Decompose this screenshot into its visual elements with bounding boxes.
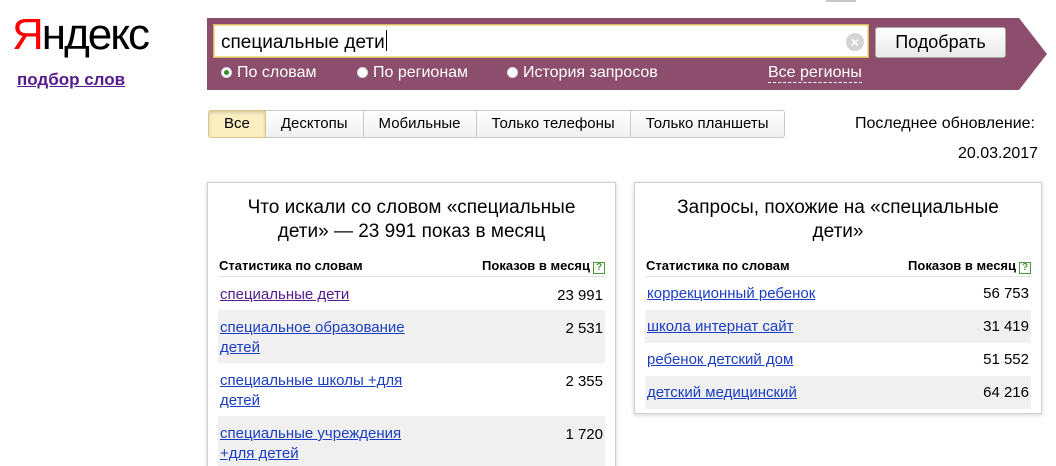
keyword-line: детей [220, 339, 261, 356]
shows-count: 23 991 [557, 287, 603, 304]
last-updated-label: Последнее обновление: [855, 115, 1035, 132]
device-tabs: Все Десктопы Мобильные Только телефоны Т… [208, 110, 785, 138]
keyword-link[interactable]: ребенок детский дом [647, 350, 793, 370]
word-stats-panel: Что искали со словом «специальные дети» … [207, 182, 616, 466]
search-query-text: специальные дети [221, 30, 387, 54]
table-row: коррекционный ребенок 56 753 [645, 277, 1031, 310]
shows-count: 2 355 [565, 373, 603, 390]
keyword-link[interactable]: специальное образование детей [220, 318, 405, 358]
mode-label: По регионам [373, 64, 469, 81]
keyword-link[interactable]: специальные школы +для детей [220, 371, 402, 411]
table-row: детский медицинский 64 216 [645, 376, 1031, 409]
tab-all[interactable]: Все [208, 110, 266, 138]
panel-title-line: Что искали со словом «специальные [247, 197, 576, 218]
similar-queries-panel: Запросы, похожие на «специальные дети» С… [634, 182, 1042, 414]
shows-count: 56 753 [983, 285, 1029, 302]
column-header-words: Статистика по словам [219, 258, 363, 273]
table-row: ребенок детский дом 51 552 [645, 343, 1031, 376]
logo-first-letter: Я [12, 10, 44, 59]
last-updated-date: 20.03.2017 [958, 145, 1039, 162]
table-row: специальные учреждения +для детей 1 720 [218, 416, 605, 466]
keyword-link[interactable]: специальные дети [220, 285, 349, 305]
shows-count: 51 552 [983, 351, 1029, 368]
similar-queries-table: Статистика по словам Показов в месяц? ко… [645, 253, 1031, 409]
mode-label: История запросов [523, 64, 658, 81]
panel-title: Запросы, похожие на «специальные дети» [635, 183, 1041, 244]
radio-selected-icon [221, 67, 232, 78]
keyword-link[interactable]: специальные учреждения +для детей [220, 424, 401, 464]
text-caret [385, 30, 387, 51]
top-divider [826, 0, 856, 2]
radio-icon [507, 67, 518, 78]
panel-title-line: дети» — 23 991 показ в месяц [277, 221, 546, 242]
search-query-value: специальные дети [221, 32, 385, 53]
table-row: школа интернат сайт 31 419 [645, 310, 1031, 343]
panel-title-line: дети» [812, 221, 864, 242]
table-header: Статистика по словам Показов в месяц? [218, 253, 605, 277]
keyword-link[interactable]: детский медицинский [647, 383, 797, 403]
keyword-link[interactable]: школа интернат сайт [647, 317, 794, 337]
all-regions-link[interactable]: Все регионы [768, 64, 862, 83]
clear-icon[interactable]: × [846, 33, 864, 51]
column-header-shows-label: Показов в месяц [482, 258, 590, 273]
search-input[interactable]: специальные дети × [213, 24, 869, 58]
radio-icon [357, 67, 368, 78]
keyword-line: специальное образование [220, 319, 405, 336]
tab-phones-only[interactable]: Только телефоны [476, 110, 631, 138]
service-name-link[interactable]: подбор слов [17, 70, 125, 90]
table-row: специальное образование детей 2 531 [218, 310, 605, 363]
keyword-line: +для детей [220, 445, 299, 462]
page: Яндекс подбор слов специальные дети × По… [0, 0, 1056, 466]
mode-by-regions-radio[interactable]: По регионам [357, 64, 468, 82]
panel-title: Что искали со словом «специальные дети» … [208, 183, 615, 244]
table-row: специальные школы +для детей 2 355 [218, 363, 605, 416]
mode-by-words-radio[interactable]: По словам [221, 64, 316, 82]
mode-label: По словам [237, 64, 317, 81]
shows-count: 31 419 [983, 318, 1029, 335]
word-stats-table: Статистика по словам Показов в месяц? сп… [218, 253, 605, 466]
table-header: Статистика по словам Показов в месяц? [645, 253, 1031, 277]
shows-count: 1 720 [565, 426, 603, 443]
yandex-logo[interactable]: Яндекс [12, 10, 150, 60]
tab-tablets-only[interactable]: Только планшеты [630, 110, 785, 138]
help-icon[interactable]: ? [1019, 262, 1031, 274]
keyword-line: специальные школы +для [220, 372, 403, 389]
tab-mobile[interactable]: Мобильные [363, 110, 477, 138]
column-header-words: Статистика по словам [646, 258, 790, 273]
shows-count: 64 216 [983, 384, 1029, 401]
panel-title-line: Запросы, похожие на «специальные [677, 197, 999, 218]
column-header-shows: Показов в месяц? [482, 258, 605, 274]
tab-desktops[interactable]: Десктопы [265, 110, 364, 138]
mode-history-radio[interactable]: История запросов [507, 64, 658, 82]
table-row: специальные дети 23 991 [218, 277, 605, 310]
logo-rest: ндекс [41, 10, 150, 59]
keyword-line: детей [220, 392, 261, 409]
keyword-line: специальные учреждения [220, 425, 402, 442]
help-icon[interactable]: ? [593, 262, 605, 274]
search-bar: специальные дети × Подобрать По словам П… [207, 18, 1047, 90]
submit-button[interactable]: Подобрать [875, 27, 1006, 58]
column-header-shows-label: Показов в месяц [908, 258, 1016, 273]
column-header-shows: Показов в месяц? [908, 258, 1031, 274]
keyword-link[interactable]: коррекционный ребенок [647, 284, 815, 304]
shows-count: 2 531 [565, 320, 603, 337]
